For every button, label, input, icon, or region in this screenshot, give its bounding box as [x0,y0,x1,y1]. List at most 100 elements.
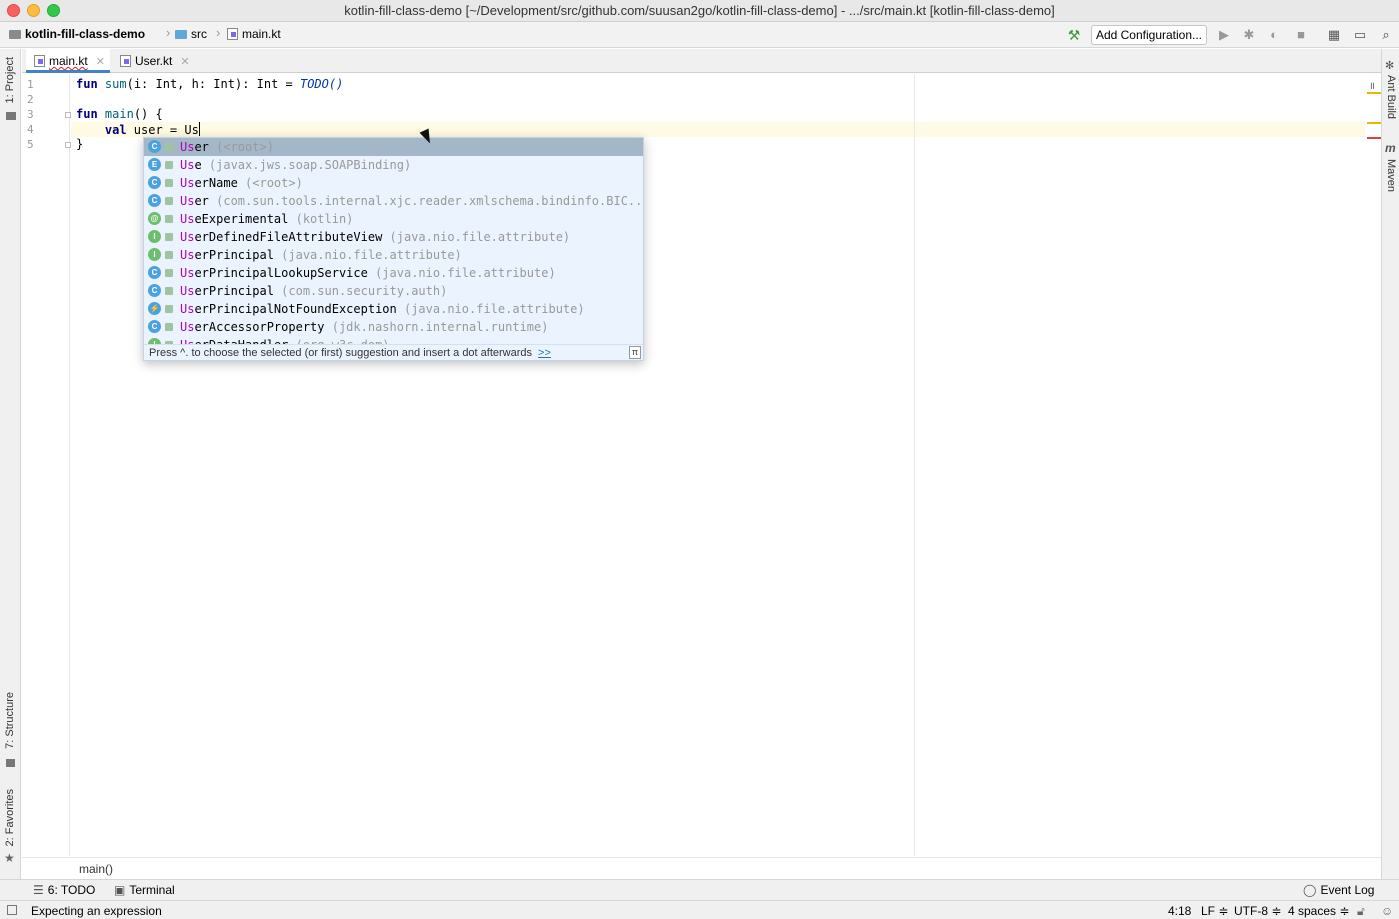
visibility-icon [165,179,173,187]
class-kind-icon: C [148,320,161,333]
ant-build-tool-tab[interactable]: Ant Build [1385,75,1397,119]
completion-item[interactable]: C UserPrincipalLookupService (java.nio.fi… [144,264,643,282]
build-hammer-icon[interactable]: ⚒ [1066,27,1082,43]
right-margin-guide [914,74,915,856]
completion-item-label: User (<root>) [180,140,274,154]
visibility-icon [165,269,173,277]
completion-item-label: UserPrincipalLookupService (java.nio.fil… [180,266,556,280]
left-tool-strip: 1: Project 7: Structure 2: Favorites ★ [0,49,21,879]
window-title: kotlin-fill-class-demo [~/Development/sr… [344,3,1055,18]
code-breadcrumb-bar: main() [22,857,1381,879]
warning-stripe-mark[interactable] [1367,92,1381,94]
completion-item[interactable]: C UserName (<root>) [144,174,643,192]
completion-popup: C User (<root>) E Use (javax.jws.soap.SOAPB… [143,137,644,361]
class-kind-icon: C [148,140,161,153]
completion-item[interactable]: I UserDefinedFileAttributeView (java.nio.… [144,228,643,246]
completion-footer: Press ^. to choose the selected (or firs… [144,344,643,360]
class-kind-icon: C [148,266,161,279]
visibility-icon [165,161,173,169]
run-icon[interactable]: ▶ [1216,27,1232,43]
right-tool-strip: ✻ Ant Build m Maven [1381,49,1399,879]
navigation-bar: kotlin-fill-class-demo › src › main.kt ⚒… [0,22,1399,48]
terminal-tool-tab[interactable]: ▣ Terminal [114,883,175,897]
maven-icon: m [1385,141,1396,155]
lock-icon[interactable]: 🔓︎ [1357,904,1365,919]
kotlin-file-icon [227,28,238,40]
breadcrumb-separator: › [216,25,221,40]
class-kind-icon: @ [148,212,161,225]
completion-item-label: UserPrincipal (java.nio.file.attribute) [180,248,462,262]
kotlin-file-icon [34,55,45,67]
maven-tool-tab[interactable]: Maven [1385,159,1397,192]
toggle-tool-windows-icon[interactable] [7,905,17,915]
indent-selector[interactable]: 4 spaces ≑ [1288,904,1349,918]
class-kind-icon: I [148,230,161,243]
completion-item[interactable]: IUserDataHandler (org.w3c.dom) [144,336,643,344]
kotlin-file-icon [120,55,131,67]
structure-tool-tab[interactable]: 7: Structure [4,692,16,749]
completion-item[interactable]: E Use (javax.jws.soap.SOAPBinding) [144,156,643,174]
completion-item[interactable]: @ UseExperimental (kotlin) [144,210,643,228]
star-icon: ★ [4,851,15,865]
breadcrumb-src[interactable]: src [175,27,207,41]
inspector-icon[interactable]: ☺ [1381,904,1393,918]
title-bar: kotlin-fill-class-demo [~/Development/sr… [0,0,1399,22]
completion-item[interactable]: C UserAccessorProperty (jdk.nashorn.inter… [144,318,643,336]
completion-item-label: UserDataHandler (org.w3c.dom) [180,336,390,344]
error-stripe-mark[interactable] [1367,137,1381,139]
completion-item[interactable]: C UserPrincipal (com.sun.security.auth) [144,282,643,300]
class-kind-icon: C [148,284,161,297]
completion-more-link[interactable]: >> [538,347,551,359]
favorites-tool-tab[interactable]: 2: Favorites [4,789,16,846]
completion-list[interactable]: C User (<root>) E Use (javax.jws.soap.SOAPB… [144,138,643,344]
line-number: 1 [27,78,34,91]
code-line-5: } [76,137,84,151]
tab-main-kt[interactable]: main.kt ✕ [26,49,110,73]
code-breadcrumb-main[interactable]: main() [79,862,113,876]
list-icon: ☰ [33,883,44,897]
tab-user-kt[interactable]: User.kt ✕ [112,49,194,73]
completion-item[interactable]: ⚡ UserPrincipalNotFoundException (java.ni… [144,300,643,318]
close-tab-icon[interactable]: ✕ [180,56,189,68]
editor-gutter[interactable]: 1 2 3 4 5 [22,74,71,856]
folder-icon [175,30,187,39]
code-line-3: fun main() { [76,107,163,121]
search-icon[interactable]: ⌕ [1378,27,1394,43]
completion-item[interactable]: C User (<root>) [144,138,643,156]
terminal-window-icon[interactable]: ▭ [1352,27,1368,43]
debug-icon[interactable]: ✱ [1241,27,1257,43]
line-number: 5 [27,138,34,151]
breadcrumb-separator: › [166,25,171,40]
warning-stripe-mark[interactable] [1367,122,1381,124]
pin-icon[interactable]: π [629,346,641,359]
project-tool-tab[interactable]: 1: Project [4,57,16,103]
breadcrumb-file[interactable]: main.kt [227,27,281,41]
line-separator-selector[interactable]: LF ≑ [1201,904,1228,918]
completion-item[interactable]: I UserPrincipal (java.nio.file.attribute) [144,246,643,264]
coverage-icon[interactable]: ◐ [1266,27,1282,43]
caret-position[interactable]: 4:18 [1168,904,1191,918]
visibility-icon [165,215,173,223]
line-number: 2 [27,93,34,106]
visibility-icon [165,197,173,205]
add-configuration-button[interactable]: Add Configuration... [1091,25,1207,45]
speech-bubble-icon: ◯ [1303,883,1317,897]
completion-item-label: UseExperimental (kotlin) [180,212,354,226]
completion-item-label: UserAccessorProperty (jdk.nashorn.intern… [180,320,549,334]
encoding-selector[interactable]: UTF-8 ≑ [1234,904,1281,918]
class-kind-icon: E [148,158,161,171]
completion-item[interactable]: C User (com.sun.tools.internal.xjc.reader… [144,192,643,210]
project-structure-icon[interactable]: ▦ [1326,27,1342,43]
pause-icon[interactable]: ॥ [1369,78,1375,92]
todo-tool-tab[interactable]: ☰ 6: TODO [33,883,95,897]
bottom-tool-bar: ☰ 6: TODO ▣ Terminal ◯ Event Log [0,879,1399,900]
stop-icon[interactable]: ■ [1293,27,1309,43]
text-caret [198,122,200,136]
visibility-icon [165,287,173,295]
breadcrumb-project[interactable]: kotlin-fill-class-demo [9,27,145,41]
event-log-tool-tab[interactable]: ◯ Event Log [1303,883,1374,897]
close-tab-icon[interactable]: ✕ [96,56,105,68]
ant-icon: ✻ [1385,60,1395,72]
class-kind-icon: C [148,194,161,207]
visibility-icon [165,251,173,259]
